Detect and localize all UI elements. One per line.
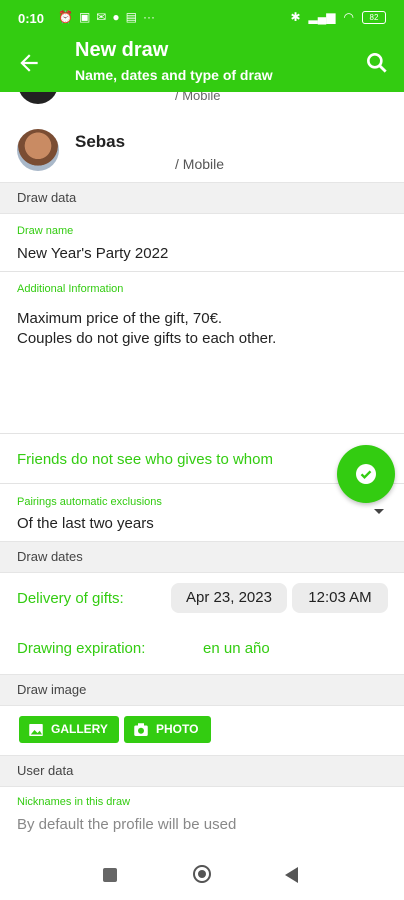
exclusions-label: Pairings automatic exclusions <box>17 496 162 508</box>
additional-info-input[interactable]: Maximum price of the gift, 70€. Couples … <box>17 309 377 429</box>
photo-button[interactable]: PHOTO <box>124 716 211 743</box>
expiration-value[interactable]: en un año <box>203 640 270 657</box>
avatar <box>18 92 58 104</box>
delivery-date-button[interactable]: Apr 23, 2023 <box>171 583 287 613</box>
calendar-icon: ▣ <box>78 10 91 24</box>
back-icon[interactable] <box>285 867 298 883</box>
github-icon: ● <box>112 10 120 24</box>
additional-info-line: Couples do not give gifts to each other. <box>17 330 277 347</box>
avatar <box>17 129 59 171</box>
more-icon: ··· <box>142 10 155 24</box>
friends-toggle[interactable]: Friends do not see who gives to whom <box>17 451 273 468</box>
exclusions-select[interactable]: Of the last two years <box>17 515 154 532</box>
additional-info-line: Maximum price of the gift, 70€. <box>17 310 223 327</box>
alarm-icon: ⏰ <box>58 10 73 24</box>
wifi-icon: ◠ <box>343 10 354 24</box>
section-header-draw-image: Draw image <box>0 674 404 706</box>
status-bar: 0:10 ⏰ ▣ ✉ ● ▤ ··· ✱ ▂▄▆ ◠ 82 <box>0 0 404 36</box>
notification-icon: ▤ <box>125 10 137 24</box>
status-time: 0:10 <box>18 11 45 26</box>
camera-icon <box>134 722 148 736</box>
page-title: New draw <box>75 39 169 61</box>
home-icon[interactable] <box>193 865 211 883</box>
draw-name-input[interactable]: New Year's Party 2022 <box>17 245 168 262</box>
contact-type: / Mobile <box>175 156 225 172</box>
mail-icon: ✉ <box>96 10 107 24</box>
check-icon <box>356 464 376 484</box>
nicknames-input[interactable]: By default the profile will be used <box>17 816 236 833</box>
contact-row[interactable]: Sebas / Mobile <box>0 116 404 182</box>
gallery-button[interactable]: GALLERY <box>19 716 119 743</box>
image-icon <box>29 723 43 736</box>
status-left-icons: ⏰ ▣ ✉ ● ▤ ··· <box>58 10 155 24</box>
nicknames-label: Nicknames in this draw <box>17 796 131 808</box>
additional-info-label: Additional Information <box>17 283 124 295</box>
signal-icon: ▂▄▆ <box>308 10 336 24</box>
confirm-button[interactable] <box>337 445 395 503</box>
expiration-label: Drawing expiration: <box>17 640 146 657</box>
app-bar: 0:10 ⏰ ▣ ✉ ● ▤ ··· ✱ ▂▄▆ ◠ 82 New draw N… <box>0 0 404 92</box>
contact-name: Sebas <box>75 132 126 151</box>
system-nav-bar <box>0 844 404 900</box>
search-icon[interactable] <box>364 50 390 76</box>
section-header-draw-data: Draw data <box>0 182 404 214</box>
form-content[interactable]: / Mobile Sebas / Mobile Draw data Draw n… <box>0 92 404 844</box>
status-right-icons: ✱ ▂▄▆ ◠ 82 <box>290 10 386 24</box>
chevron-down-icon[interactable] <box>374 509 384 514</box>
section-header-user-data: User data <box>0 755 404 787</box>
divider <box>0 433 404 434</box>
recent-apps-icon[interactable] <box>103 868 117 882</box>
section-header-draw-dates: Draw dates <box>0 541 404 573</box>
bluetooth-icon: ✱ <box>290 10 301 24</box>
contact-type: / Mobile <box>175 92 221 103</box>
delivery-label: Delivery of gifts: <box>17 590 124 607</box>
delivery-time-button[interactable]: 12:03 AM <box>292 583 388 613</box>
previous-contact-row[interactable]: / Mobile <box>0 92 404 108</box>
draw-name-label: Draw name <box>17 225 74 237</box>
battery-icon: 82 <box>362 10 386 24</box>
divider <box>0 271 404 272</box>
arrow-left-icon[interactable] <box>16 50 42 76</box>
page-subtitle: Name, dates and type of draw <box>75 67 273 83</box>
